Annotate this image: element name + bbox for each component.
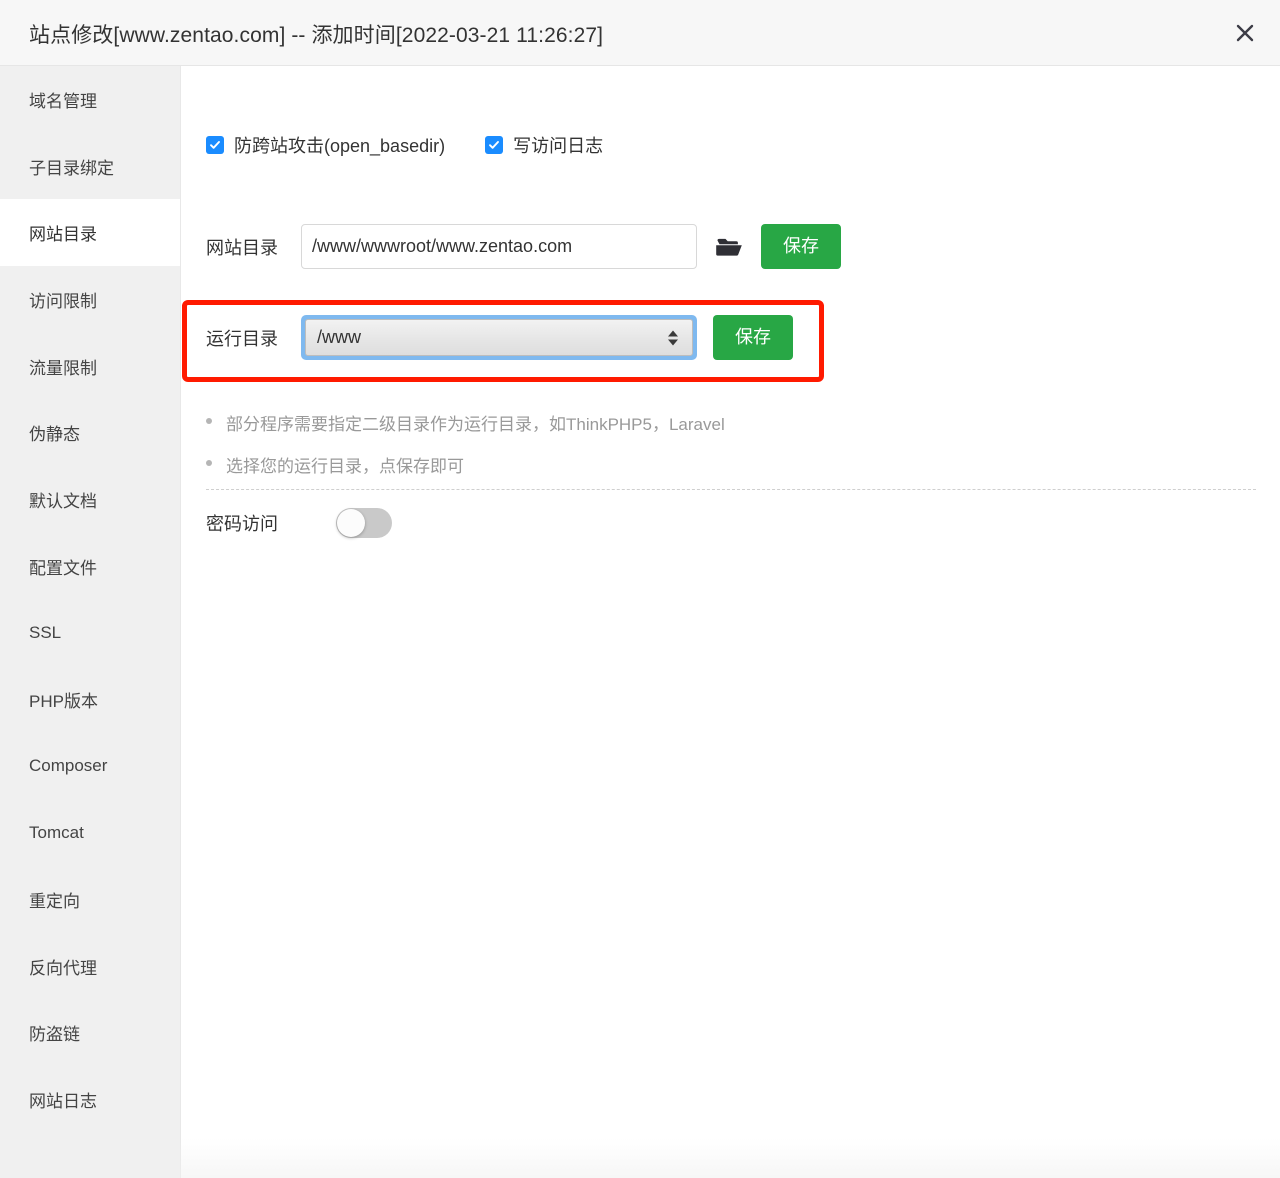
toggle-knob xyxy=(337,509,365,537)
page-title: 站点修改[www.zentao.com] -- 添加时间[2022-03-21 … xyxy=(29,24,604,47)
sidebar-item-15[interactable]: 网站日志 xyxy=(0,1066,180,1133)
save-website-directory-button[interactable]: 保存 xyxy=(761,224,841,269)
sidebar-item-4[interactable]: 流量限制 xyxy=(0,333,180,400)
hint-item: 选择您的运行目录，点保存即可 xyxy=(206,452,1256,477)
bullet-icon xyxy=(206,418,212,424)
sidebar-item-0[interactable]: 域名管理 xyxy=(0,66,180,133)
sidebar-item-8[interactable]: SSL xyxy=(0,600,180,667)
close-button[interactable] xyxy=(1224,12,1266,54)
chevron-updown-icon xyxy=(668,330,678,345)
sidebar-item-label: 防盗链 xyxy=(29,1025,80,1045)
sidebar-item-2[interactable]: 网站目录 xyxy=(0,199,180,267)
sidebar-item-13[interactable]: 反向代理 xyxy=(0,933,180,1000)
checkbox-write-access-log[interactable]: 写访问日志 xyxy=(485,132,603,158)
sidebar-item-label: 网站目录 xyxy=(29,225,97,245)
site-edit-dialog: 站点修改[www.zentao.com] -- 添加时间[2022-03-21 … xyxy=(0,0,1280,1178)
password-access-label: 密码访问 xyxy=(206,514,278,534)
sidebar-item-label: 子目录绑定 xyxy=(29,158,114,178)
password-access-toggle[interactable] xyxy=(336,508,392,538)
website-directory-row: 网站目录 保存 xyxy=(206,224,841,269)
sidebar-item-1[interactable]: 子目录绑定 xyxy=(0,133,180,200)
website-directory-label: 网站目录 xyxy=(206,237,278,258)
run-directory-row: 运行目录 /www 保存 xyxy=(206,315,793,360)
checkbox-write-access-log-label: 写访问日志 xyxy=(513,136,604,156)
save-run-directory-button[interactable]: 保存 xyxy=(713,315,793,360)
hint-list: 部分程序需要指定二级目录作为运行目录，如ThinkPHP5，Laravel 选择… xyxy=(206,410,1256,494)
website-directory-input[interactable] xyxy=(301,224,697,269)
sidebar-item-label: 网站日志 xyxy=(29,1092,97,1112)
close-icon xyxy=(1235,23,1255,43)
sidebar-item-7[interactable]: 配置文件 xyxy=(0,533,180,600)
checkbox-open-basedir[interactable]: 防跨站攻击(open_basedir) xyxy=(206,132,445,158)
sidebar-item-3[interactable]: 访问限制 xyxy=(0,266,180,333)
password-access-row: 密码访问 xyxy=(206,508,392,538)
checkbox-checked-icon xyxy=(485,136,504,154)
sidebar-item-label: PHP版本 xyxy=(29,692,98,712)
folder-open-icon[interactable] xyxy=(715,232,745,262)
main-panel: 防跨站攻击(open_basedir) 写访问日志 网站目录 /www/wwwr… xyxy=(182,66,1280,1178)
hint-item: 部分程序需要指定二级目录作为运行目录，如ThinkPHP5，Laravel xyxy=(206,410,1256,435)
hint-text: 部分程序需要指定二级目录作为运行目录，如ThinkPHP5，Laravel xyxy=(226,415,725,434)
sidebar-item-12[interactable]: 重定向 xyxy=(0,866,180,933)
sidebar-item-14[interactable]: 防盗链 xyxy=(0,1000,180,1067)
sidebar-item-label: 流量限制 xyxy=(29,358,97,378)
options-checkbox-row: 防跨站攻击(open_basedir) 写访问日志 xyxy=(206,132,643,158)
sidebar-item-5[interactable]: 伪静态 xyxy=(0,399,180,466)
sidebar-item-label: 伪静态 xyxy=(29,425,80,445)
dialog-header: 站点修改[www.zentao.com] -- 添加时间[2022-03-21 … xyxy=(0,0,1280,66)
sidebar-item-9[interactable]: PHP版本 xyxy=(0,666,180,733)
sidebar-item-label: 配置文件 xyxy=(29,558,97,578)
checkbox-checked-icon xyxy=(206,136,224,154)
sidebar[interactable]: 域名管理子目录绑定网站目录访问限制流量限制伪静态默认文档配置文件 SSL PHP版本… xyxy=(0,66,181,1178)
bullet-icon xyxy=(206,460,212,466)
run-directory-selected-value: /www xyxy=(317,327,361,347)
sidebar-item-label: Composer xyxy=(29,756,108,776)
sidebar-item-10[interactable]: Composer xyxy=(0,733,180,800)
sidebar-item-label: 域名管理 xyxy=(29,91,97,111)
sidebar-item-label: SSL xyxy=(29,622,62,642)
run-directory-label: 运行目录 xyxy=(206,328,278,349)
run-directory-select[interactable]: /www xyxy=(301,315,697,360)
sidebar-item-label: 反向代理 xyxy=(29,958,97,978)
sidebar-item-11[interactable]: Tomcat xyxy=(0,800,180,867)
hint-text: 选择您的运行目录，点保存即可 xyxy=(226,457,464,476)
sidebar-item-label: 重定向 xyxy=(29,892,80,912)
sidebar-item-label: Tomcat xyxy=(29,822,84,842)
sidebar-item-label: 访问限制 xyxy=(29,291,97,311)
section-divider xyxy=(206,489,1256,490)
sidebar-item-label: 默认文档 xyxy=(29,491,97,511)
sidebar-item-6[interactable]: 默认文档 xyxy=(0,466,180,533)
checkbox-open-basedir-label: 防跨站攻击(open_basedir) xyxy=(234,136,446,156)
